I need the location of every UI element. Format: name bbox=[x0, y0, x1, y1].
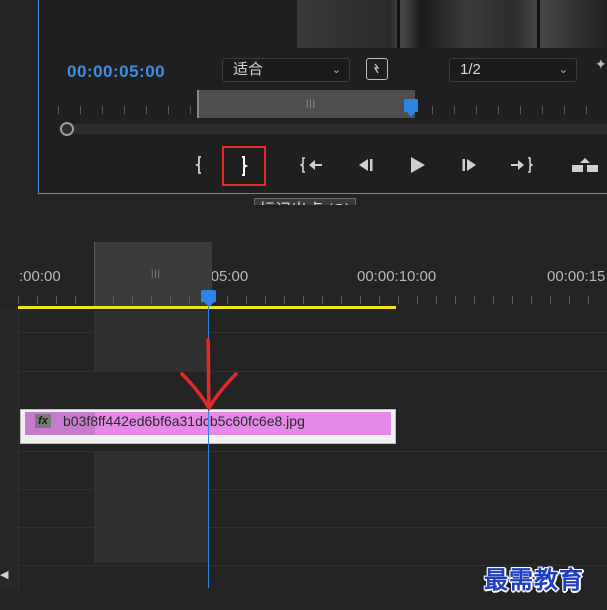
timeline-playhead[interactable] bbox=[201, 290, 216, 307]
step-back-button[interactable] bbox=[353, 154, 377, 176]
chevron-down-icon: ⌄ bbox=[331, 64, 341, 76]
fit-dropdown-value: 适合 bbox=[233, 61, 264, 78]
scroll-left-icon[interactable]: ◀ bbox=[0, 568, 8, 581]
ruler-time-label: 00:00:10:00 bbox=[357, 268, 437, 285]
monitor-in-out-range[interactable]: ||| bbox=[197, 90, 415, 118]
step-forward-icon bbox=[462, 159, 476, 171]
export-frame-button[interactable] bbox=[366, 58, 388, 80]
monitor-playhead[interactable] bbox=[404, 99, 418, 117]
export-frame-icon bbox=[373, 63, 380, 74]
go-to-out-icon bbox=[511, 157, 533, 173]
fx-badge: fx bbox=[35, 414, 51, 428]
resolution-dropdown[interactable]: 1/2 ⌄ bbox=[449, 58, 577, 82]
track-header-strip bbox=[0, 310, 19, 590]
go-to-out-button[interactable] bbox=[507, 154, 535, 176]
zoom-scroll-handle[interactable] bbox=[60, 122, 74, 136]
go-to-in-icon bbox=[300, 157, 322, 173]
video-preview bbox=[297, 0, 607, 48]
play-button[interactable] bbox=[405, 154, 429, 176]
go-to-in-button[interactable] bbox=[298, 154, 326, 176]
mark-in-icon bbox=[194, 156, 201, 174]
video-track[interactable] bbox=[18, 371, 607, 407]
step-back-icon bbox=[359, 159, 373, 171]
wrench-icon[interactable]: ✦ bbox=[595, 56, 607, 72]
chevron-down-icon: ⌄ bbox=[558, 64, 568, 76]
insert-icon bbox=[572, 158, 598, 172]
fit-dropdown[interactable]: 适合 ⌄ bbox=[222, 58, 350, 82]
monitor-zoom-scrollbar[interactable] bbox=[58, 124, 607, 134]
ruler-time-label: 00:00:15 bbox=[547, 268, 606, 285]
ruler-time-label: :00:00 bbox=[19, 268, 61, 285]
step-forward-button[interactable] bbox=[458, 154, 482, 176]
playhead-timecode[interactable]: 00:00:05:00 bbox=[67, 62, 165, 82]
mark-out-button[interactable] bbox=[222, 146, 266, 186]
resolution-dropdown-value: 1/2 bbox=[460, 61, 481, 78]
watermark: 最需教育 bbox=[484, 565, 584, 594]
red-arrow-annotation bbox=[180, 338, 238, 412]
audio-track[interactable] bbox=[18, 451, 607, 487]
mark-in-button[interactable] bbox=[190, 154, 208, 176]
insert-button[interactable] bbox=[568, 154, 602, 176]
audio-track[interactable] bbox=[18, 489, 607, 525]
audio-track[interactable] bbox=[18, 527, 607, 563]
play-icon bbox=[411, 157, 425, 173]
timeline-time-ruler[interactable] bbox=[18, 296, 607, 304]
video-track[interactable] bbox=[18, 332, 607, 368]
mark-out-icon bbox=[242, 156, 249, 176]
